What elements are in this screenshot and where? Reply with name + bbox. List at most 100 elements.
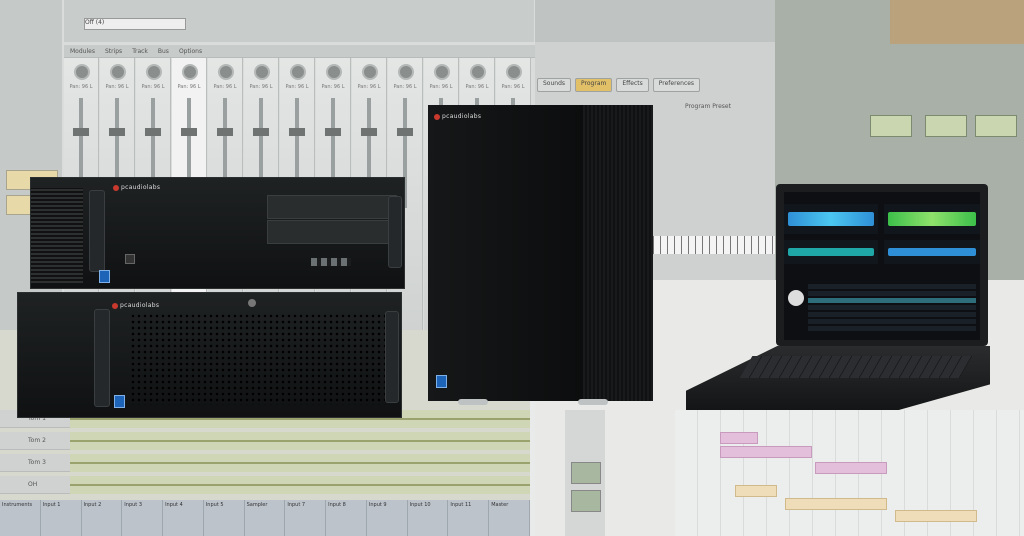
thumbnail[interactable]	[571, 462, 601, 484]
bar-item[interactable]: Input 7	[285, 500, 327, 536]
browser-row[interactable]	[808, 326, 976, 331]
pan-knob-icon[interactable]	[362, 64, 378, 80]
tab-bus[interactable]: Bus	[158, 48, 169, 55]
mixer-tabs: Modules Strips Track Bus Options	[64, 45, 536, 58]
audio-track[interactable]	[70, 476, 530, 494]
tab-options[interactable]: Options	[179, 48, 202, 55]
strip-label: Pan: 96 L	[141, 84, 165, 90]
strip-label: Pan: 96 L	[465, 84, 489, 90]
pan-knob-icon[interactable]	[146, 64, 162, 80]
fader-cap[interactable]	[361, 128, 377, 136]
bar-item[interactable]: Master	[489, 500, 530, 536]
strip-label: Pan: 96 L	[429, 84, 453, 90]
front-vent	[130, 313, 386, 405]
midi-note[interactable]	[815, 462, 887, 474]
pan-knob-icon[interactable]	[74, 64, 90, 80]
bar-item[interactable]: Input 4	[163, 500, 204, 536]
deck-b	[884, 204, 980, 234]
bar-item[interactable]: Input 2	[82, 500, 123, 536]
drive-bay	[267, 195, 397, 219]
track-header[interactable]: Tom 2	[0, 432, 70, 450]
pan-knob-icon[interactable]	[254, 64, 270, 80]
side-panel	[583, 105, 653, 401]
fader-cap[interactable]	[289, 128, 305, 136]
tab-sounds[interactable]: Sounds	[537, 78, 572, 92]
pan-knob-icon[interactable]	[218, 64, 234, 80]
tab-track[interactable]: Track	[132, 48, 148, 55]
waveform-c	[788, 248, 874, 256]
strip-label: Pan: 96 L	[213, 84, 237, 90]
midi-note[interactable]	[895, 510, 977, 522]
tab-program[interactable]: Program	[575, 78, 613, 92]
browser-row[interactable]	[808, 319, 976, 324]
pan-knob-icon[interactable]	[398, 64, 414, 80]
waveform-b	[888, 212, 976, 226]
pan-knob-icon[interactable]	[290, 64, 306, 80]
browser-row[interactable]	[808, 284, 976, 289]
plugin-header	[535, 0, 775, 42]
midi-note[interactable]	[785, 498, 887, 510]
track-header[interactable]: Tom 3	[0, 454, 70, 472]
fader-cap[interactable]	[109, 128, 125, 136]
bar-item[interactable]: Input 10	[408, 500, 449, 536]
midi-note[interactable]	[720, 432, 758, 444]
fader-cap[interactable]	[217, 128, 233, 136]
browser-row[interactable]	[808, 312, 976, 317]
bar-item[interactable]: Input 1	[41, 500, 82, 536]
keyboard[interactable]	[739, 356, 973, 378]
wood-panel	[890, 0, 1024, 44]
bar-item[interactable]: Input 9	[367, 500, 408, 536]
fader-cap[interactable]	[325, 128, 341, 136]
bar-item[interactable]: Input 11	[448, 500, 490, 536]
lock-icon[interactable]	[248, 299, 256, 307]
rack-handle	[94, 309, 110, 407]
waveform-a	[788, 212, 874, 226]
fader-cap[interactable]	[181, 128, 197, 136]
brand-logo: pcaudiolabs	[434, 113, 481, 120]
pan-knob-icon[interactable]	[434, 64, 450, 80]
browser-row[interactable]	[808, 298, 976, 303]
pan-knob-icon[interactable]	[182, 64, 198, 80]
strip-label: Pan: 96 L	[501, 84, 525, 90]
thumbnail[interactable]	[571, 490, 601, 512]
rack-server-bottom: pcaudiolabs	[17, 292, 402, 418]
pan-knob-icon[interactable]	[470, 64, 486, 80]
fader-cap[interactable]	[73, 128, 89, 136]
bar-item[interactable]: Input 5	[204, 500, 245, 536]
laptop-lid	[776, 184, 988, 346]
audio-track[interactable]	[70, 432, 530, 450]
fader-cap[interactable]	[145, 128, 161, 136]
bar-item[interactable]: Input 8	[326, 500, 367, 536]
browser-row[interactable]	[808, 305, 976, 310]
rack-handle	[388, 196, 402, 268]
fader-cap[interactable]	[253, 128, 269, 136]
tab-effects[interactable]: Effects	[616, 78, 649, 92]
mixer-topbar: Off (4)	[64, 0, 534, 42]
brand-logo: pcaudiolabs	[113, 184, 160, 191]
bar-item[interactable]: Instruments	[0, 500, 41, 536]
track-header[interactable]: OH	[0, 476, 70, 494]
bar-item[interactable]: Sampler	[245, 500, 286, 536]
pan-knob-icon[interactable]	[326, 64, 342, 80]
mixer-input[interactable]: Off (4)	[84, 18, 186, 30]
usb-ports[interactable]	[311, 258, 351, 266]
synth-screen	[870, 115, 912, 137]
tab-preferences[interactable]: Preferences	[652, 78, 701, 92]
pan-knob-icon[interactable]	[506, 64, 522, 80]
bar-item[interactable]: Input 3	[122, 500, 164, 536]
midi-note[interactable]	[735, 485, 777, 497]
midi-note[interactable]	[720, 446, 812, 458]
tower-foot	[458, 399, 488, 405]
pan-knob-icon[interactable]	[110, 64, 126, 80]
plugin-tabs: Sounds Program Effects Preferences	[535, 78, 777, 92]
fader-cap[interactable]	[397, 128, 413, 136]
power-button[interactable]	[125, 254, 135, 264]
tab-strips[interactable]: Strips	[105, 48, 122, 55]
artwork-icon	[788, 290, 804, 306]
side-vent	[31, 188, 83, 283]
tab-modules[interactable]: Modules	[70, 48, 95, 55]
audio-track[interactable]	[70, 454, 530, 472]
laptop-screen	[784, 192, 980, 340]
browser-row[interactable]	[808, 291, 976, 296]
strip-label: Pan: 96 L	[177, 84, 201, 90]
